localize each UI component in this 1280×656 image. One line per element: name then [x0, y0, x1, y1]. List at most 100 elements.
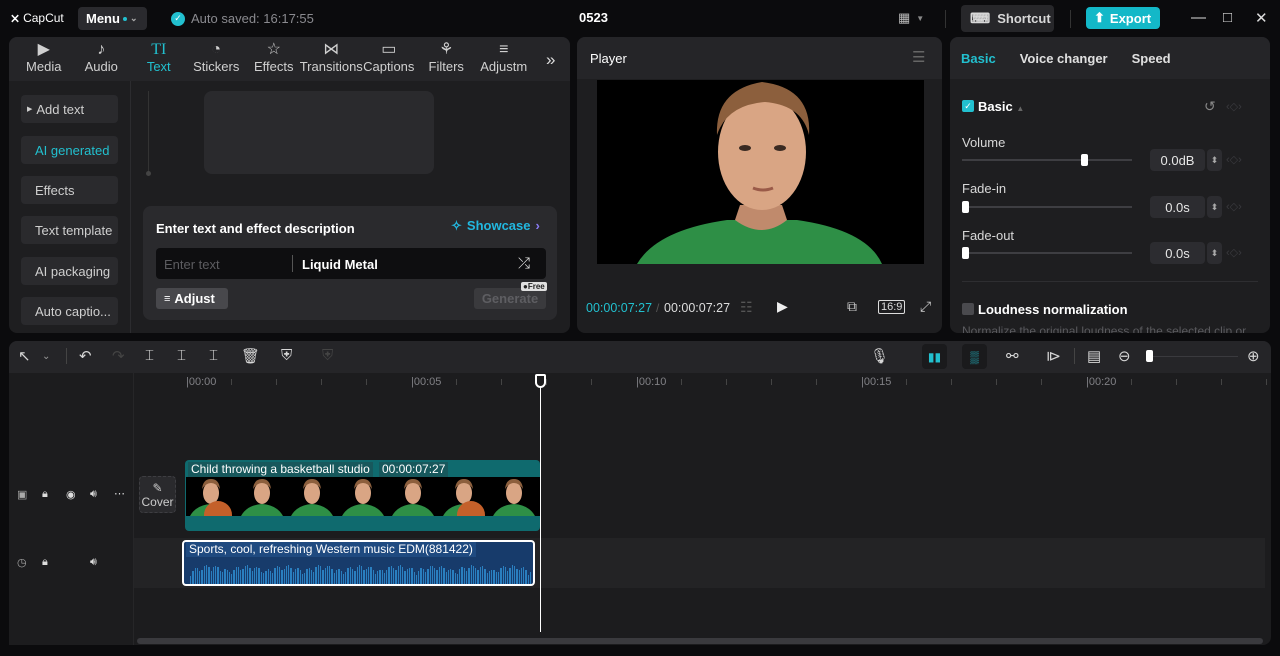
keyframe-icon[interactable]: ‹◇› — [1226, 246, 1242, 259]
export-button[interactable]: ⬆ Export — [1086, 7, 1160, 29]
play-icon[interactable]: ▶ — [777, 298, 788, 315]
showcase-link[interactable]: ✧ Showcase › — [451, 218, 540, 234]
lock-icon[interactable]: 🔒︎ — [42, 556, 48, 569]
close-button[interactable]: ✕ — [1255, 9, 1268, 27]
speaker-icon[interactable]: 🔊︎ — [90, 488, 97, 501]
menu-button[interactable]: Menu ⌄ — [78, 7, 147, 30]
fade-in-value-input[interactable]: 0.0s — [1150, 196, 1205, 218]
waveform-bar — [436, 569, 438, 584]
split-left-icon[interactable]: ⌶ — [177, 347, 186, 364]
split-right-icon[interactable]: ⌶ — [209, 347, 218, 364]
timeline-scrollbar[interactable] — [137, 638, 1263, 644]
basic-checkbox[interactable]: ✓ — [962, 100, 974, 112]
volume-slider[interactable] — [962, 159, 1132, 161]
cover-button[interactable]: ✎ Cover — [139, 476, 176, 513]
chevron-down-icon[interactable]: ⌄ — [42, 351, 50, 362]
main-track-magnet-toggle[interactable]: ▮▮ — [922, 344, 947, 369]
ruler-tick — [906, 379, 907, 385]
ruler-tick — [591, 379, 592, 385]
waveform-bar — [504, 567, 507, 584]
ruler-label: |00:05 — [411, 376, 442, 388]
tab-stickers[interactable]: ◔ Stickers — [188, 37, 246, 81]
adjust-button[interactable]: ≡ Adjust — [156, 288, 228, 309]
basic-section-header[interactable]: Basic ▲ — [978, 99, 1024, 114]
preview-axis-icon[interactable]: ⧐ — [1046, 347, 1061, 365]
fade-out-slider-handle[interactable] — [962, 247, 969, 259]
waveform-bar — [294, 568, 297, 584]
tab-transitions[interactable]: ⋈ Transitions — [300, 37, 363, 81]
reset-icon[interactable]: ↺ — [1204, 98, 1216, 115]
more-tabs-icon[interactable]: » — [546, 50, 555, 70]
speaker-icon[interactable]: 🔊︎ — [90, 556, 97, 569]
tab-filters[interactable]: ⚘ Filters — [418, 37, 476, 81]
zoom-fit-icon[interactable]: ⧉ — [847, 298, 857, 315]
fade-out-value-input[interactable]: 0.0s — [1150, 242, 1205, 264]
tab-basic[interactable]: Basic — [961, 51, 996, 66]
volume-value-input[interactable]: 0.0dB — [1150, 149, 1205, 171]
shuffle-icon[interactable]: ⤮ — [518, 255, 530, 272]
tab-audio[interactable]: ♪ Audio — [73, 37, 131, 81]
waveform-bar — [434, 568, 436, 584]
select-tool-icon[interactable]: ↖ — [18, 347, 31, 365]
timeline-list-icon[interactable]: ☷ — [740, 299, 753, 316]
tab-voice-changer[interactable]: Voice changer — [1020, 51, 1108, 66]
loudness-checkbox[interactable] — [962, 303, 974, 315]
autosave-status: ✓ Auto saved: 16:17:55 — [171, 11, 314, 26]
sidebar-item-add-text[interactable]: ▶ Add text — [21, 95, 118, 123]
tab-captions[interactable]: ▭ Captions — [360, 37, 418, 81]
effect-description-input[interactable]: Liquid Metal — [302, 257, 378, 272]
eye-icon[interactable]: ◉ — [66, 488, 76, 501]
ai-shield-icon[interactable]: ⛨ — [281, 347, 292, 364]
zoom-out-icon[interactable]: ⊖ — [1118, 347, 1131, 365]
undo-icon[interactable]: ↶ — [79, 347, 92, 365]
delete-icon[interactable]: 🗑︎ — [241, 347, 260, 365]
fade-in-slider-handle[interactable] — [962, 201, 969, 213]
fade-in-stepper[interactable]: ⬍ — [1207, 196, 1222, 218]
text-input[interactable]: Enter text — [164, 257, 220, 272]
maximize-button[interactable]: □ — [1223, 9, 1232, 26]
library-tabs: ▶︎ Media ♪ Audio TI Text ◔ Stickers ☆ Effects… — [9, 37, 570, 81]
tab-media[interactable]: ▶︎ Media — [15, 37, 73, 81]
auto-snap-toggle[interactable]: ▒ — [962, 344, 987, 369]
volume-stepper[interactable]: ⬍ — [1207, 149, 1222, 171]
fade-out-slider[interactable] — [962, 252, 1132, 254]
hamburger-menu-icon[interactable]: ☰ — [912, 48, 925, 66]
split-icon[interactable]: ⌶ — [145, 347, 154, 364]
tab-adjustment[interactable]: ≡ Adjustm — [475, 37, 533, 81]
microphone-icon[interactable]: 🎙︎ — [870, 347, 889, 365]
generate-button[interactable]: Generate — [474, 288, 546, 309]
video-preview[interactable] — [597, 80, 924, 264]
fade-out-stepper[interactable]: ⬍ — [1207, 242, 1222, 264]
playhead-line[interactable] — [540, 380, 541, 632]
minimize-button[interactable]: — — [1191, 9, 1206, 26]
fade-in-slider[interactable] — [962, 206, 1132, 208]
text-effect-preview[interactable] — [204, 91, 434, 174]
more-icon[interactable]: ⋯ — [114, 487, 125, 500]
timeline-zoom-slider[interactable] — [1150, 356, 1238, 357]
sidebar-item-text-template[interactable]: Text template — [21, 216, 118, 244]
layout-button[interactable]: ▦ ▼ — [898, 10, 924, 26]
zoom-in-icon[interactable]: ⊕ — [1247, 347, 1260, 365]
fit-timeline-icon[interactable]: ▤ — [1087, 347, 1101, 365]
keyframe-icon[interactable]: ‹◇› — [1226, 200, 1242, 213]
keyframe-icon[interactable]: ‹◇› — [1226, 153, 1242, 166]
aspect-ratio-button[interactable]: 16:9 — [878, 300, 906, 314]
timeline-zoom-handle[interactable] — [1146, 350, 1153, 362]
tab-text[interactable]: TI Text — [130, 37, 188, 81]
fullscreen-icon[interactable]: ⤢ — [920, 298, 931, 315]
ruler-tick — [231, 379, 232, 385]
waveform-bar — [237, 567, 240, 584]
waveform-bar — [502, 566, 504, 584]
sidebar-item-ai-packaging[interactable]: AI packaging — [21, 257, 118, 285]
tab-label: Filters — [428, 59, 464, 74]
tab-speed[interactable]: Speed — [1132, 51, 1171, 66]
sidebar-item-effects[interactable]: Effects — [21, 176, 118, 204]
sidebar-item-auto-captions[interactable]: Auto captio... — [21, 297, 118, 325]
playhead-handle[interactable] — [535, 374, 546, 388]
shortcut-button[interactable]: ⌨ Shortcut — [961, 5, 1054, 32]
volume-slider-handle[interactable] — [1080, 154, 1088, 166]
tab-effects[interactable]: ☆ Effects — [245, 37, 303, 81]
lock-icon[interactable]: 🔒︎ — [42, 488, 48, 501]
sidebar-item-ai-generated[interactable]: AI generated — [21, 136, 118, 164]
link-icon[interactable]: ⚯ — [1006, 347, 1019, 365]
